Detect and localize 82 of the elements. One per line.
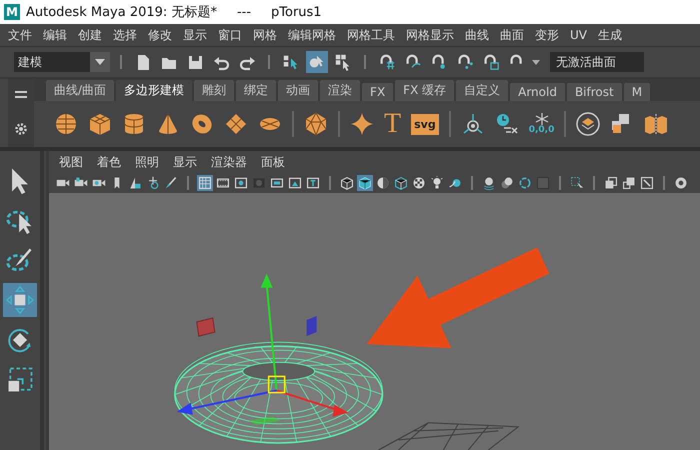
cone-icon[interactable]	[156, 112, 180, 136]
panel-menu-item[interactable]: 渲染器	[211, 154, 247, 170]
settings-icon[interactable]	[14, 122, 28, 136]
shaded-sphere-icon[interactable]	[375, 175, 391, 191]
resolution-gate-icon[interactable]	[233, 175, 249, 191]
panel-menu-item[interactable]: 视图	[59, 154, 83, 170]
wireframe-on-shaded-icon[interactable]	[393, 175, 409, 191]
torus-drawing[interactable]	[174, 342, 384, 444]
shelf-tab[interactable]: M	[624, 83, 650, 101]
menu-icon[interactable]	[15, 90, 27, 98]
shelf-tab[interactable]: 曲线/曲面	[46, 80, 114, 101]
menu-item[interactable]: UV	[570, 28, 587, 42]
menu-item[interactable]: 生成	[598, 26, 622, 44]
menu-item[interactable]: 显示	[183, 26, 207, 44]
object-name: pTorus1	[271, 4, 322, 20]
menu-item[interactable]: 编辑	[43, 26, 67, 44]
live-surface-field[interactable]: 无激活曲面	[550, 52, 644, 72]
polyhedron-icon[interactable]	[304, 112, 328, 136]
layers-icon[interactable]	[576, 112, 600, 136]
wireframe-icon[interactable]	[339, 175, 355, 191]
smooth-shade-icon[interactable]	[357, 175, 373, 191]
sphere-icon[interactable]	[54, 112, 78, 136]
text-tool-icon[interactable]: T	[384, 110, 402, 138]
menu-item[interactable]: 网格	[253, 26, 277, 44]
menu-item[interactable]: 创建	[78, 26, 102, 44]
mode-dropdown[interactable]: 建模	[14, 52, 110, 72]
xray-icon[interactable]	[603, 175, 619, 191]
shelf-tab[interactable]: 动画	[278, 80, 318, 101]
safe-action-icon[interactable]	[287, 175, 303, 191]
move-manipulator-drawing[interactable]	[176, 274, 349, 425]
textured-icon[interactable]	[411, 175, 427, 191]
app-logo-icon: M	[4, 4, 20, 20]
freeze-label: 0,0,0	[528, 125, 554, 135]
cubes-icon[interactable]	[644, 112, 668, 136]
torus-icon[interactable]	[190, 112, 214, 136]
menu-item[interactable]: 选择	[113, 26, 137, 44]
snowflake-icon	[534, 113, 549, 125]
menu-item[interactable]: 曲面	[500, 26, 524, 44]
shelf-tab[interactable]: 渲染	[320, 80, 360, 101]
menu-item[interactable]: 文件	[8, 26, 32, 44]
panel-menu-item[interactable]: 面板	[261, 154, 285, 170]
shelf-tab[interactable]: Arnold	[510, 83, 565, 101]
ambient-occlusion-icon[interactable]	[481, 175, 497, 191]
freeze-transform-icon[interactable]: 0,0,0	[528, 113, 554, 135]
menu-item[interactable]: 窗口	[218, 26, 242, 44]
isolate-select-icon[interactable]	[569, 175, 585, 191]
menu-item[interactable]: 修改	[148, 26, 172, 44]
panel-menu-item[interactable]: 照明	[135, 154, 159, 170]
caret-icon	[95, 59, 105, 65]
brush-icon[interactable]	[163, 175, 179, 191]
safe-title-icon[interactable]	[305, 175, 321, 191]
caret-icon[interactable]	[532, 60, 540, 64]
diamond-icon[interactable]	[224, 112, 248, 136]
title-separator: ---	[236, 4, 252, 20]
shelf-tab[interactable]: Bifrost	[566, 83, 622, 101]
shelf-tab[interactable]: 多边形建模	[116, 80, 192, 101]
pivot-icon[interactable]	[460, 112, 485, 136]
xray-joints-icon[interactable]	[621, 175, 637, 191]
xray-active-icon[interactable]	[639, 175, 655, 191]
shelf-tab[interactable]: 雕刻	[194, 80, 234, 101]
shelf-tab[interactable]: FX 缓存	[395, 80, 454, 101]
clock-icon[interactable]	[494, 112, 519, 136]
cube-icon[interactable]	[88, 112, 112, 136]
panel-menu-item[interactable]: 显示	[173, 154, 197, 170]
loop-icon[interactable]	[517, 175, 533, 191]
spheres-icon[interactable]	[499, 175, 515, 191]
shelf-tab[interactable]: 自定义	[456, 80, 508, 101]
menu-item[interactable]: 网格工具	[347, 26, 395, 44]
move-tool-icon[interactable]	[3, 283, 37, 317]
menu-item[interactable]: 网格显示	[406, 26, 454, 44]
menu-item[interactable]: 变形	[535, 26, 559, 44]
shelf-tab[interactable]: FX	[362, 83, 394, 101]
panel-menu-item[interactable]: 着色	[97, 154, 121, 170]
svg-tool-icon[interactable]: svg	[411, 114, 439, 134]
star-icon[interactable]	[350, 112, 374, 136]
aperture-icon[interactable]	[673, 175, 689, 191]
cylinder-icon[interactable]	[122, 112, 146, 136]
menu-item[interactable]: 编辑网格	[288, 26, 336, 44]
shelf-tab[interactable]: 绑定	[236, 80, 276, 101]
window-title: Autodesk Maya 2019: 无标题*	[26, 4, 217, 21]
menu-item[interactable]: 曲线	[465, 26, 489, 44]
light-icon[interactable]	[429, 175, 445, 191]
